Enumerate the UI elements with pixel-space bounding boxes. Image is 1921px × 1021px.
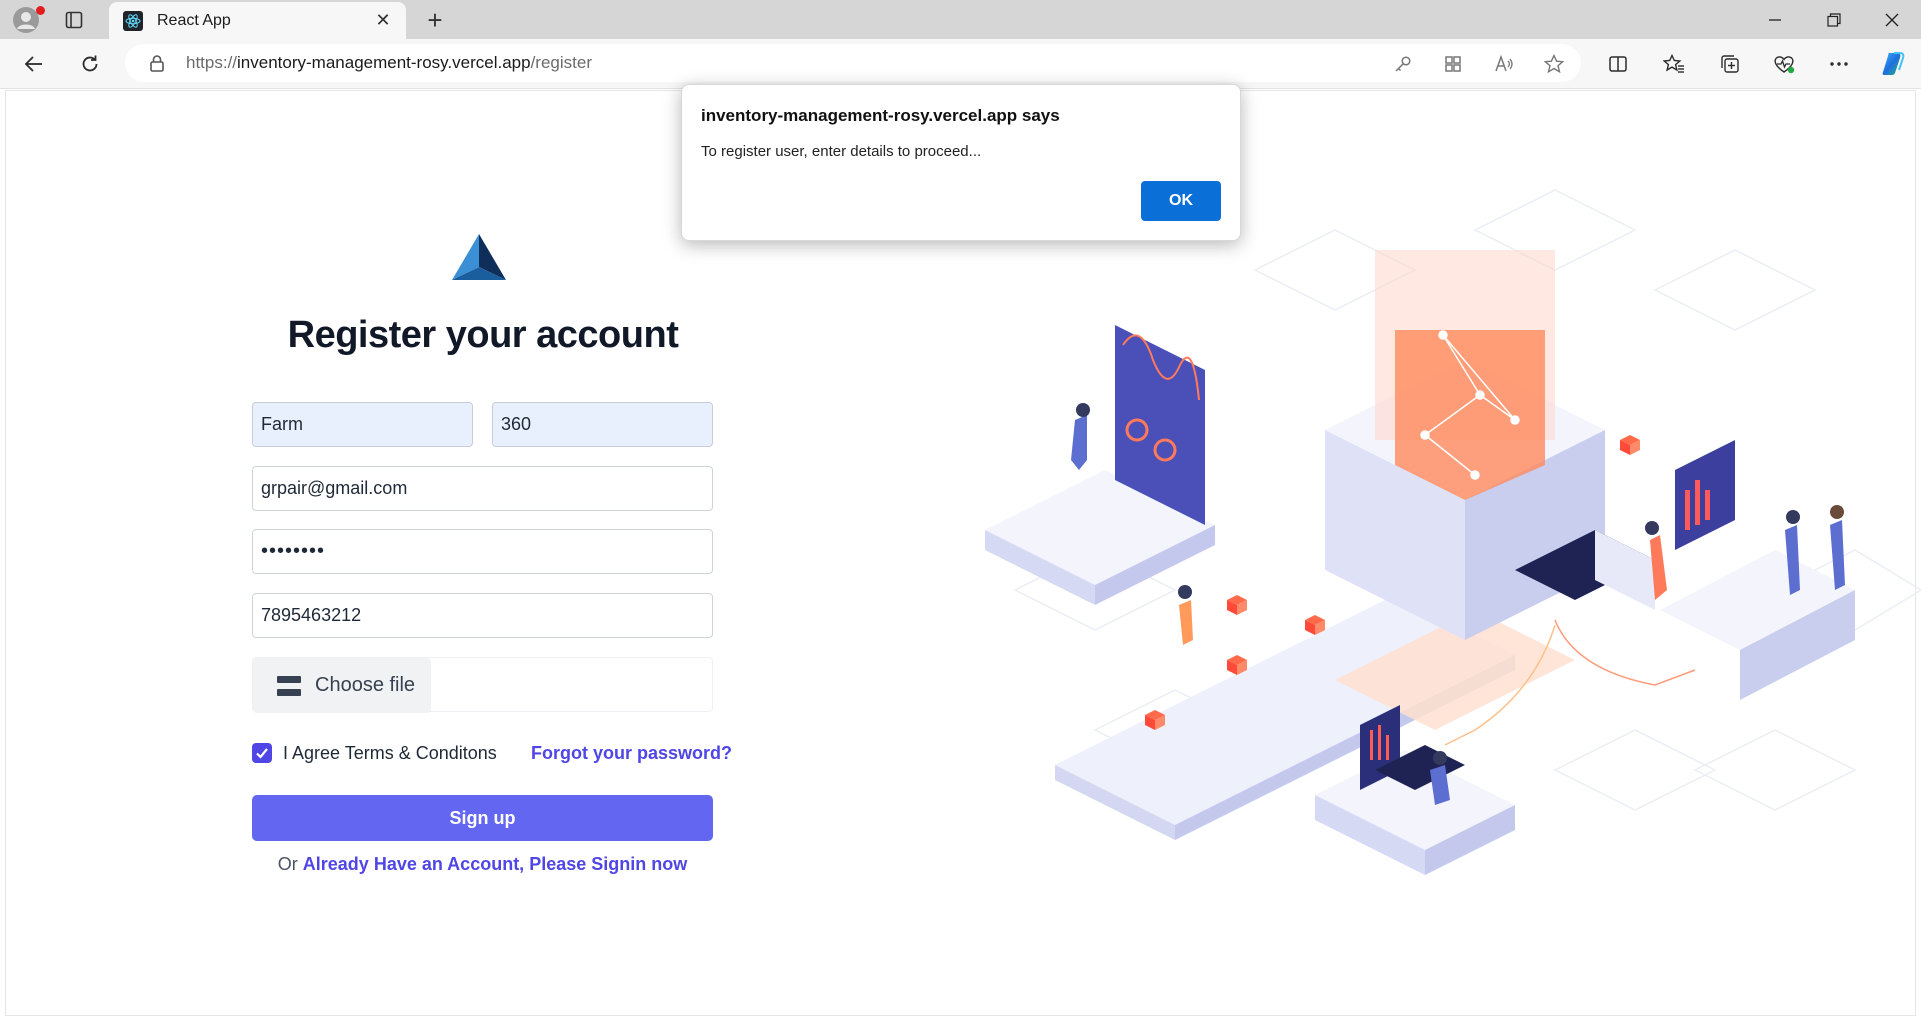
sign-up-button[interactable]: Sign up [252, 795, 713, 841]
first-name-field[interactable]: Farm [252, 402, 473, 447]
favorite-star-icon[interactable] [1542, 52, 1566, 76]
copilot-icon [1882, 52, 1905, 75]
alert-dialog: inventory-management-rosy.vercel.app say… [681, 84, 1241, 241]
upload-tray-icon [277, 675, 301, 696]
new-tab-button[interactable]: + [421, 6, 449, 34]
isometric-illustration [985, 189, 1921, 875]
url-scheme: https:// [186, 53, 238, 72]
minimize-button[interactable] [1747, 0, 1803, 39]
signin-prompt: Or Already Have an Account, Please Signi… [252, 854, 713, 875]
favorites-button[interactable] [1657, 48, 1691, 80]
tab-react-app[interactable]: React App ✕ [109, 2, 406, 39]
react-favicon-icon [123, 10, 143, 31]
signin-prefix: Or [277, 854, 298, 874]
back-button[interactable] [17, 48, 51, 80]
copilot-button[interactable] [1876, 48, 1910, 80]
close-window-icon [1885, 13, 1899, 26]
dialog-message: To register user, enter details to proce… [701, 143, 982, 160]
split-screen-icon [1609, 56, 1627, 72]
collections-button[interactable] [1713, 48, 1747, 80]
favorites-icon [1663, 54, 1684, 73]
apps-icon[interactable] [1441, 52, 1465, 76]
browser-tab-strip: React App ✕ + [0, 0, 1921, 39]
agree-terms-checkbox[interactable] [252, 743, 272, 763]
tab-actions-icon [65, 11, 83, 29]
close-window-button[interactable] [1864, 0, 1920, 39]
restore-icon [1827, 12, 1841, 27]
password-field[interactable]: •••••••• [252, 529, 713, 574]
collections-icon [1721, 55, 1739, 73]
agree-terms-label: I Agree Terms & Conditons [283, 743, 497, 763]
choose-file-label: Choose file [315, 674, 416, 696]
last-name-field[interactable]: 360 [492, 402, 713, 447]
heart-pulse-icon [1774, 56, 1795, 74]
forgot-password-link[interactable]: Forgot your password? [531, 743, 732, 764]
reload-icon [82, 55, 98, 72]
page-title: Register your account [287, 314, 679, 356]
app-logo-icon [452, 234, 506, 280]
tab-actions-button[interactable] [61, 7, 87, 33]
restore-button[interactable] [1806, 0, 1862, 39]
url-text[interactable]: https://inventory-management-rosy.vercel… [186, 53, 592, 73]
dialog-title: inventory-management-rosy.vercel.app say… [701, 106, 1060, 125]
more-dots-icon [1830, 62, 1848, 66]
url-path: /register [530, 53, 592, 72]
choose-file-button[interactable]: Choose file [253, 658, 431, 713]
close-tab-icon[interactable]: ✕ [370, 8, 396, 34]
browser-toolbar: https://inventory-management-rosy.vercel… [0, 39, 1921, 89]
lock-icon[interactable] [148, 54, 166, 72]
checkmark-icon [256, 748, 268, 759]
url-domain: inventory-management-rosy.vercel.app [237, 53, 531, 72]
tab-title: React App [157, 11, 231, 29]
split-screen-button[interactable] [1601, 48, 1635, 80]
phone-field[interactable]: 7895463212 [252, 593, 713, 638]
back-arrow-icon [24, 56, 42, 72]
email-field[interactable]: grpair@gmail.com [252, 466, 713, 511]
more-options-button[interactable] [1822, 48, 1856, 80]
dialog-ok-button[interactable]: OK [1141, 181, 1221, 221]
browser-essentials-button[interactable] [1767, 48, 1801, 80]
key-icon[interactable] [1391, 52, 1415, 76]
address-bar[interactable]: https://inventory-management-rosy.vercel… [125, 44, 1581, 82]
notification-dot [36, 6, 45, 15]
file-upload-field[interactable]: Choose file [252, 657, 713, 713]
signin-link[interactable]: Already Have an Account, Please Signin n… [303, 854, 687, 874]
read-aloud-icon[interactable] [1492, 52, 1516, 76]
minimize-icon [1769, 18, 1781, 21]
reload-button[interactable] [73, 48, 107, 80]
